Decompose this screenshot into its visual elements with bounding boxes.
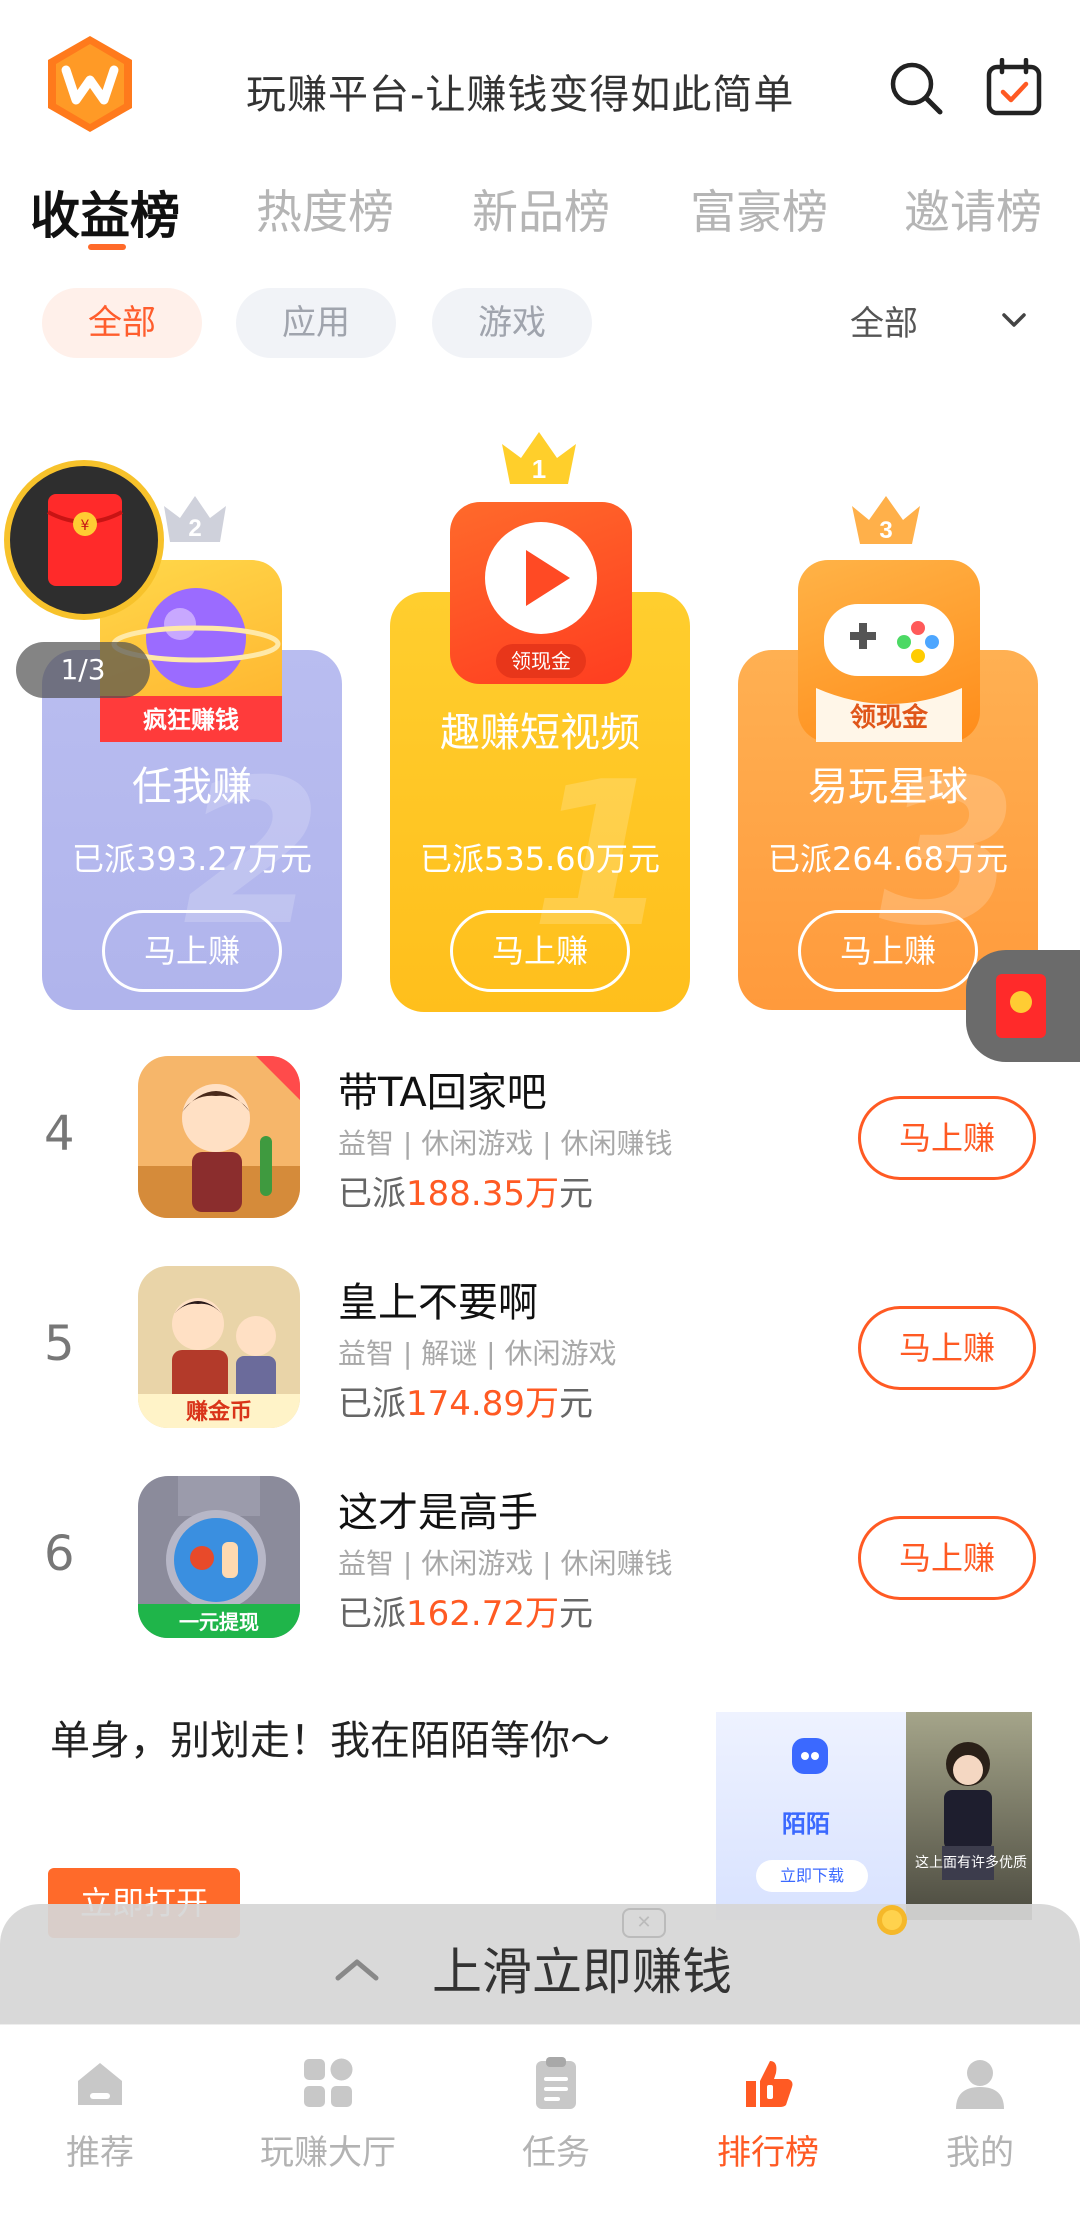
earn-now-button[interactable]: 马上赚 — [798, 910, 978, 992]
clipboard-icon — [536, 2057, 576, 2109]
search-icon[interactable] — [888, 60, 944, 116]
category-select[interactable]: 全部 — [850, 296, 918, 345]
filter-games[interactable]: 游戏 — [432, 288, 592, 358]
side-red-packet-button[interactable] — [966, 950, 1080, 1062]
gold-coin-icon — [877, 1905, 907, 1935]
page-title: 玩赚平台-让赚钱变得如此简单 — [246, 72, 795, 118]
nav-mine[interactable]: 我的 — [880, 2055, 1080, 2174]
chevron-down-icon[interactable] — [998, 304, 1030, 336]
chevron-up-icon — [335, 1959, 379, 1981]
tab-invite[interactable]: 邀请榜 — [904, 176, 1042, 242]
icon-caption: 赚金币 — [186, 1399, 252, 1425]
nav-tasks[interactable]: 任务 — [456, 2055, 656, 2174]
bronze-crown-icon: 3 — [852, 496, 920, 544]
ad-brand: 陌陌 — [782, 1810, 830, 1838]
app-icon-quzhuan-video[interactable]: 领现金 — [450, 502, 632, 684]
app-icon-daita-huijia[interactable] — [138, 1056, 300, 1218]
icon-caption: 领现金 — [850, 702, 929, 733]
gold-crown-icon: 1 — [502, 432, 576, 484]
list-item[interactable]: 6 一元提现 这才是高手 益智 | 休闲游戏 | 休闲赚钱 已派162.72万元… — [0, 1476, 1080, 1646]
nav-hall[interactable]: 玩赚大厅 — [228, 2055, 428, 2174]
earn-now-button[interactable]: 马上赚 — [102, 910, 282, 992]
icon-caption: 领现金 — [511, 649, 571, 673]
earn-now-button[interactable]: 马上赚 — [858, 1516, 1036, 1600]
tab-popularity[interactable]: 热度榜 — [256, 176, 394, 242]
list-item[interactable]: 4 带TA回家吧 益智 | 休闲游戏 | 休闲赚钱 已派188.35万元 马上赚 — [0, 1056, 1080, 1226]
ad-image[interactable]: 陌陌 立即下载 这上面有许多优质 — [716, 1712, 1032, 1920]
tab-earnings[interactable]: 收益榜 — [30, 176, 180, 248]
grid-icon — [304, 2058, 353, 2107]
paid-amount: 已派162.72万元 — [338, 1594, 593, 1634]
momo-logo-icon — [792, 1738, 828, 1774]
tab-rich[interactable]: 富豪榜 — [690, 176, 828, 242]
thumbs-up-icon — [746, 2061, 793, 2107]
ranking-tabs: 收益榜 热度榜 新品榜 富豪榜 邀请榜 — [0, 176, 1080, 256]
ad-headline: 单身，别划走！我在陌陌等你～ — [50, 1718, 610, 1764]
paid-amount: 已派188.35万元 — [338, 1174, 593, 1214]
podium-app-name: 任我赚 — [132, 764, 252, 810]
podium-paid-amount: 已派264.68万元 — [768, 840, 1008, 878]
app-name: 这才是高手 — [338, 1490, 538, 1536]
nav-recommend[interactable]: 推荐 — [0, 2055, 200, 2174]
ad-download-label: 立即下载 — [756, 1860, 868, 1892]
app-header: 玩赚平台-让赚钱变得如此简单 — [0, 0, 1080, 170]
rank-number: 6 — [44, 1526, 75, 1582]
red-packet-counter: 1/3 — [16, 642, 150, 698]
active-tab-indicator — [88, 244, 126, 250]
earn-now-button[interactable]: 马上赚 — [858, 1096, 1036, 1180]
ad-image-caption: 这上面有许多优质 — [915, 1855, 1027, 1871]
list-item[interactable]: 5 赚金币 皇上不要啊 益智 | 解谜 | 休闲游戏 已派174.89万元 马上… — [0, 1266, 1080, 1436]
calendar-check-icon[interactable] — [986, 58, 1042, 116]
app-logo — [48, 36, 132, 132]
app-name: 带TA回家吧 — [338, 1070, 547, 1116]
podium-app-name: 趣赚短视频 — [440, 710, 640, 756]
svg-text:3: 3 — [879, 517, 892, 544]
filter-apps[interactable]: 应用 — [236, 288, 396, 358]
podium-paid-amount: 已派393.27万元 — [72, 840, 312, 878]
nav-ranking[interactable]: 排行榜 — [668, 2055, 868, 2174]
earn-now-button[interactable]: 马上赚 — [450, 910, 630, 992]
app-icon-zhecai-gaoshou[interactable]: 一元提现 — [138, 1476, 300, 1638]
silver-crown-icon: 2 — [164, 496, 226, 542]
icon-caption: 一元提现 — [179, 1610, 259, 1634]
app-tags: 益智 | 休闲游戏 | 休闲赚钱 — [338, 1547, 673, 1580]
floating-red-packet[interactable]: ¥ — [4, 460, 164, 620]
rank-number: 4 — [44, 1106, 75, 1162]
app-icon-yiwan-planet[interactable]: 领现金 — [798, 560, 980, 742]
swipe-up-banner[interactable]: ✕ 上滑立即赚钱 — [0, 1904, 1080, 2024]
app-name: 皇上不要啊 — [338, 1280, 538, 1326]
rank-number: 5 — [44, 1316, 75, 1372]
svg-text:1: 1 — [532, 454, 546, 484]
svg-text:¥: ¥ — [81, 518, 90, 534]
user-icon — [956, 2060, 1004, 2109]
icon-caption: 疯狂赚钱 — [143, 706, 239, 734]
filter-all[interactable]: 全部 — [42, 288, 202, 358]
swipe-up-text: 上滑立即赚钱 — [432, 1943, 732, 2001]
svg-text:2: 2 — [188, 515, 201, 542]
earn-now-button[interactable]: 马上赚 — [858, 1306, 1036, 1390]
tab-new[interactable]: 新品榜 — [472, 176, 610, 242]
paid-amount: 已派174.89万元 — [338, 1384, 593, 1424]
app-tags: 益智 | 休闲游戏 | 休闲赚钱 — [338, 1127, 673, 1160]
bottom-navigation: 推荐 玩赚大厅 任务 排行榜 我的 — [0, 2024, 1080, 2216]
app-tags: 益智 | 解谜 | 休闲游戏 — [338, 1337, 617, 1370]
app-icon-huangshang[interactable]: 赚金币 — [138, 1266, 300, 1428]
podium-paid-amount: 已派535.60万元 — [420, 840, 660, 878]
podium-app-name: 易玩星球 — [808, 764, 968, 810]
home-icon — [78, 2063, 122, 2105]
